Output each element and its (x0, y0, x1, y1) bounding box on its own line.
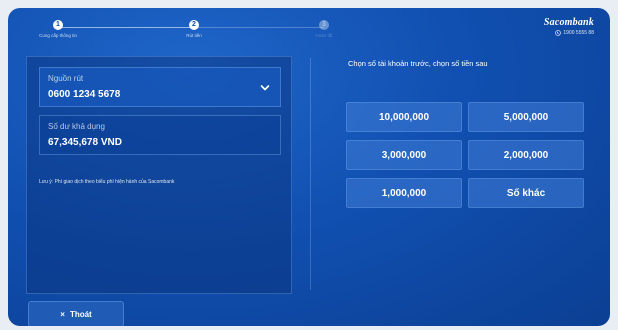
chevron-down-icon[interactable] (260, 84, 270, 92)
instruction-text: Chọn số tài khoản trước, chọn số tiền sa… (348, 59, 488, 68)
panel-divider (310, 58, 311, 290)
step-3-indicator: 3 (319, 20, 329, 30)
hotline: 1900 5555 88 (544, 30, 594, 36)
progress-stepper: 1 Cung cấp thông tin 2 Rút tiền 3 Hoàn t… (28, 16, 358, 46)
amount-button-2000000[interactable]: 2,000,000 (468, 140, 584, 170)
brand-block: Sacombank 1900 5555 88 (544, 17, 594, 36)
step-2-label: Rút tiền (186, 33, 202, 38)
available-balance-value: 67,345,678 VND (48, 137, 122, 148)
step-2-indicator: 2 (189, 20, 199, 30)
source-account-label: Nguồn rút (48, 74, 84, 83)
amount-button-5000000[interactable]: 5,000,000 (468, 102, 584, 132)
phone-icon (555, 30, 562, 36)
step-3: 3 Hoàn tất (294, 20, 354, 38)
exit-button[interactable]: × Thoát (28, 301, 124, 326)
source-account-select[interactable]: Nguồn rút 0600 1234 5678 (39, 67, 281, 107)
amount-button-1000000[interactable]: 1,000,000 (346, 178, 462, 208)
available-balance-label: Số dư khả dụng (48, 122, 105, 131)
atm-screen: 1 Cung cấp thông tin 2 Rút tiền 3 Hoàn t… (8, 8, 610, 326)
step-1-indicator: 1 (53, 20, 63, 30)
amount-button-3000000[interactable]: 3,000,000 (346, 140, 462, 170)
source-account-value: 0600 1234 5678 (48, 89, 121, 100)
available-balance-box: Số dư khả dụng 67,345,678 VND (39, 115, 281, 155)
step-1-label: Cung cấp thông tin (39, 33, 77, 38)
fee-note: Lưu ý: Phí giao dịch theo biểu phí hiện … (39, 179, 175, 185)
hotline-number: 1900 5555 88 (563, 30, 594, 36)
account-panel: Nguồn rút 0600 1234 5678 Số dư khả dụng … (26, 56, 292, 294)
close-icon: × (60, 309, 65, 319)
other-amount-button[interactable]: Số khác (468, 178, 584, 208)
amount-button-10000000[interactable]: 10,000,000 (346, 102, 462, 132)
exit-label: Thoát (69, 309, 92, 319)
step-3-label: Hoàn tất (315, 33, 333, 38)
sacombank-logo: Sacombank (543, 17, 594, 28)
step-2: 2 Rút tiền (164, 20, 224, 38)
step-1: 1 Cung cấp thông tin (28, 20, 88, 38)
